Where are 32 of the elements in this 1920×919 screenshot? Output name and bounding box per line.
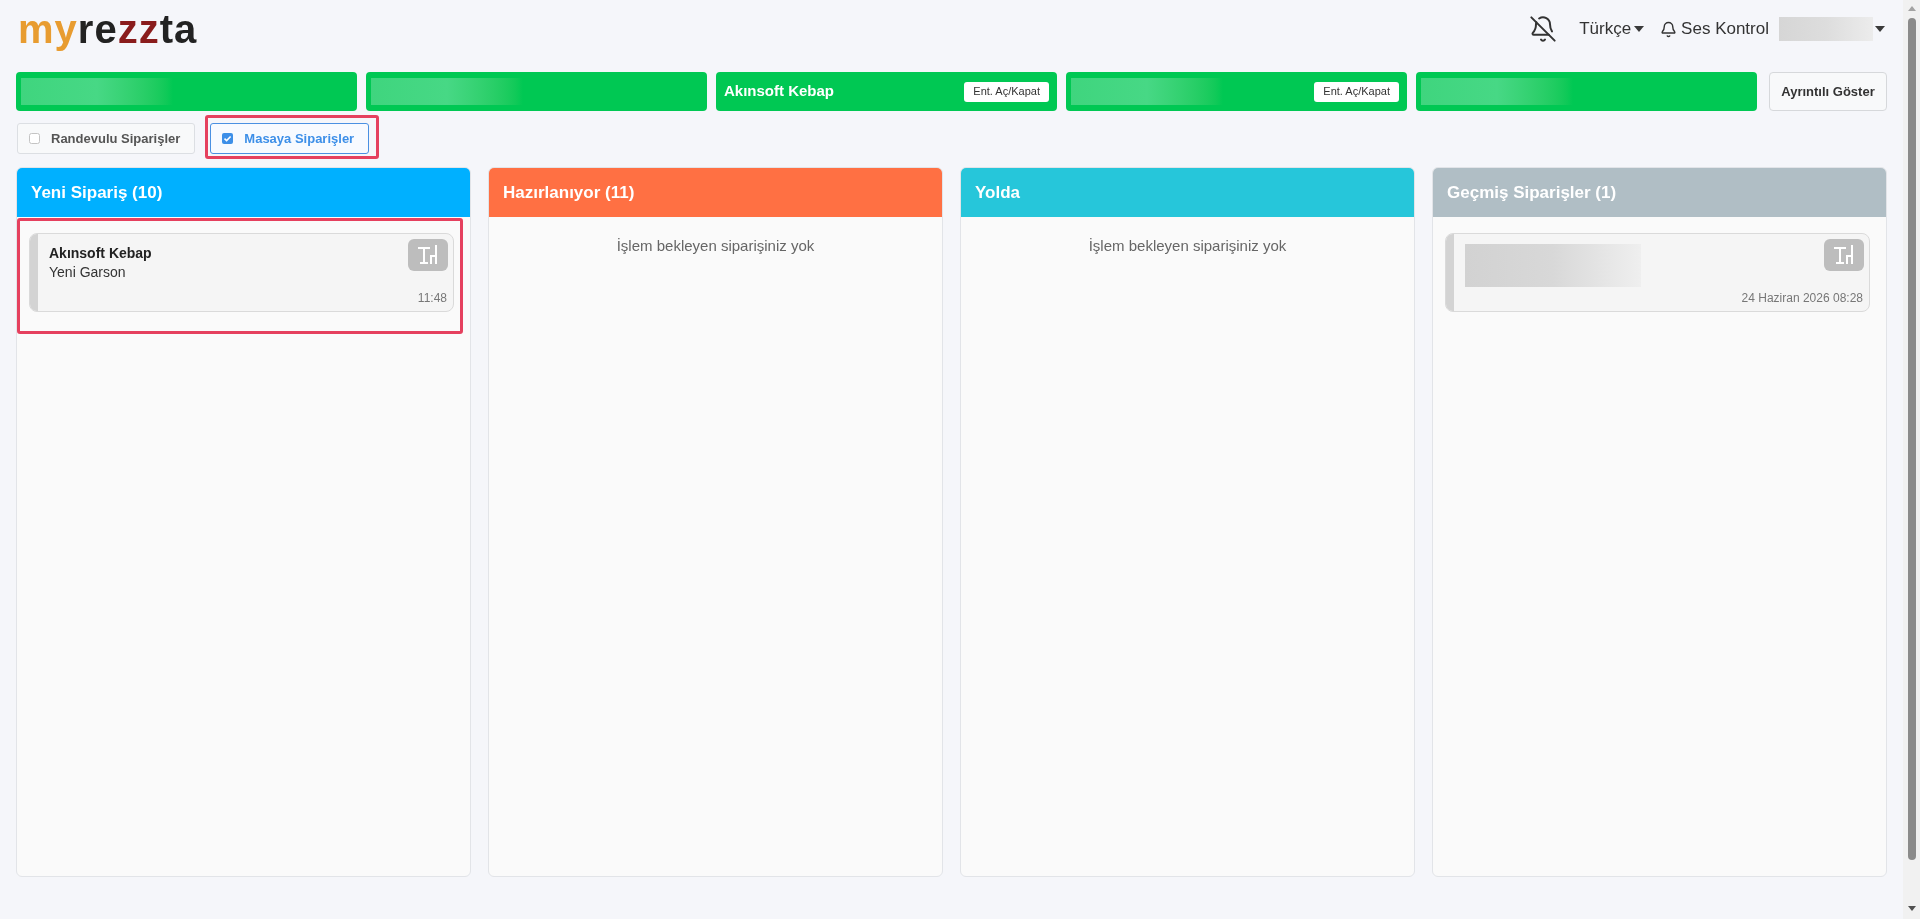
table-chair-icon (408, 239, 448, 271)
page-scrollbar[interactable] (1903, 0, 1920, 919)
language-dropdown[interactable]: Türkçe (1579, 16, 1645, 42)
order-time: 24 Haziran 2026 08:28 (1741, 290, 1864, 306)
column-header: Geçmiş Siparişler (1) (1433, 168, 1886, 217)
bell-off-icon[interactable] (1529, 15, 1558, 43)
order-card[interactable]: 24 Haziran 2026 08:28 (1445, 233, 1870, 312)
scroll-up-arrow-icon[interactable] (1907, 6, 1916, 11)
order-time: 11:48 (417, 290, 448, 306)
column-header: Yolda (961, 168, 1414, 217)
filter-toggle[interactable]: Randevulu Siparişler (17, 123, 196, 154)
empty-message: İşlem bekleyen siparişiniz yok (616, 236, 815, 256)
scroll-down-arrow-icon[interactable] (1907, 906, 1916, 911)
toggle-button[interactable]: Ent. Aç/Kapat (964, 81, 1049, 102)
order-waiter: Yeni Garson (49, 263, 127, 282)
details-button[interactable]: Ayrıntılı Göster (1769, 72, 1887, 111)
sound-control-button[interactable]: Ses Kontrol (1660, 16, 1769, 42)
order-card[interactable]: Akınsoft Kebap Yeni Garson 11:48 (29, 233, 454, 312)
checkbox-icon[interactable] (29, 133, 40, 144)
table-chair-icon (1824, 239, 1864, 271)
caret-icon (1875, 26, 1885, 32)
order-store-name: Akınsoft Kebap (49, 244, 152, 263)
column-header: Yeni Sipariş (10) (17, 168, 470, 217)
empty-message: İşlem bekleyen siparişiniz yok (1088, 236, 1287, 256)
bell-icon (1660, 20, 1678, 38)
scrollbar-thumb[interactable] (1907, 18, 1916, 860)
store-name: Akınsoft Kebap (723, 81, 834, 102)
column-header: Hazırlanıyor (11) (489, 168, 942, 217)
caret-icon (1634, 26, 1645, 32)
checkbox-icon[interactable] (222, 133, 234, 144)
toggle-button[interactable]: Ent. Aç/Kapat (1314, 81, 1399, 102)
logo-text: myrezzta (18, 9, 198, 49)
